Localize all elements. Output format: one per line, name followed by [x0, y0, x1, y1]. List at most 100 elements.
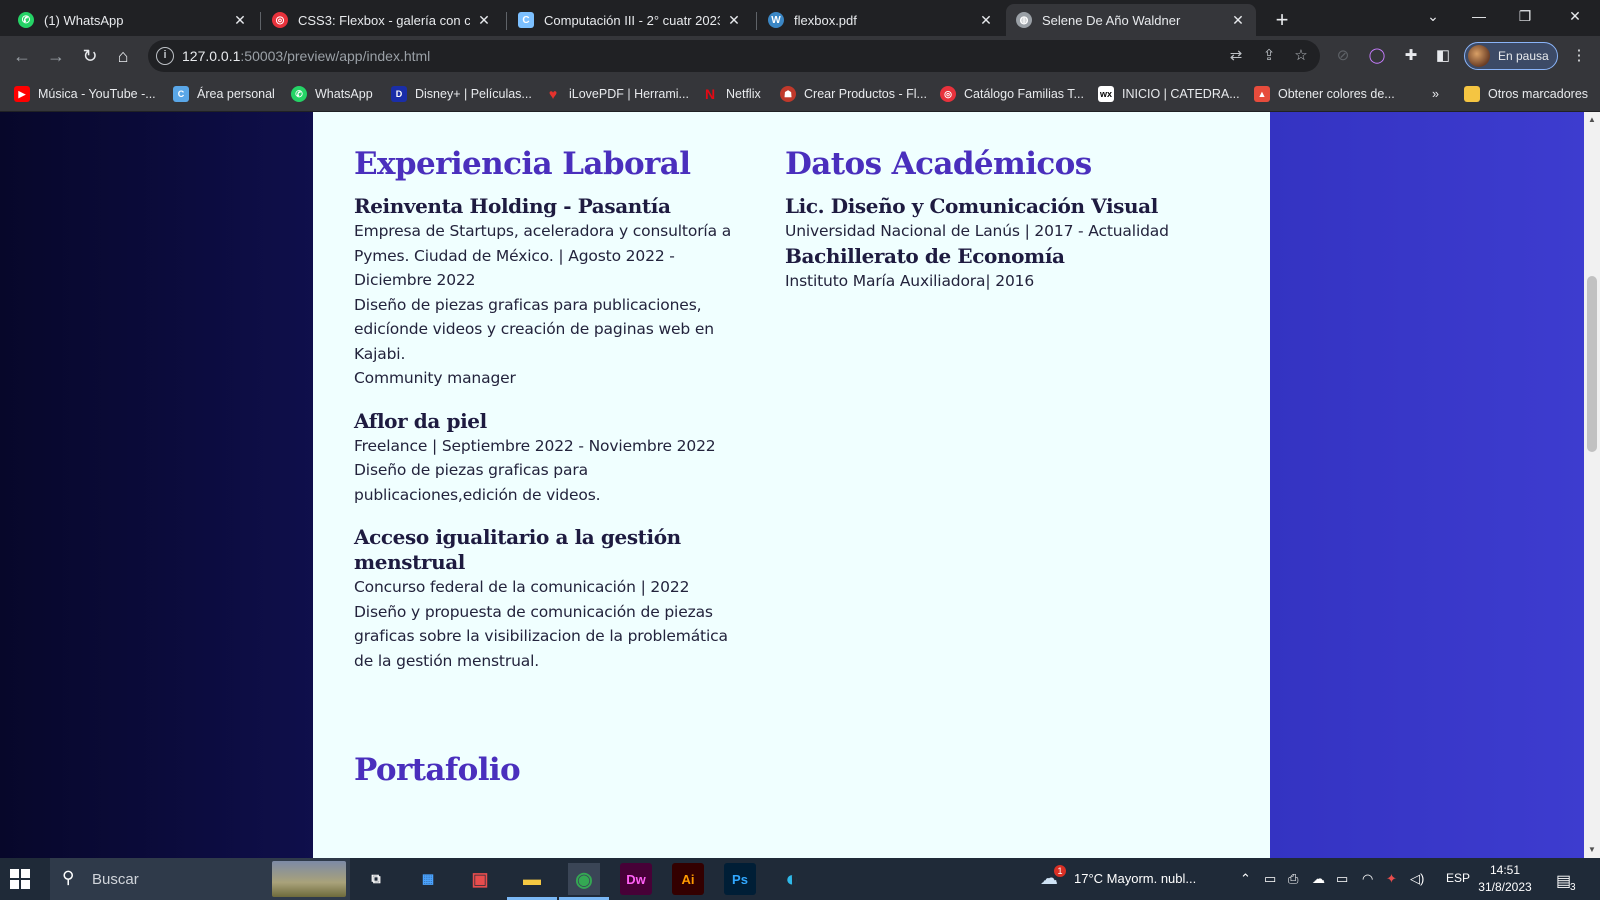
- entry-text: Community manager: [354, 369, 516, 387]
- more-bookmarks-button[interactable]: »: [1432, 85, 1439, 103]
- share-icon[interactable]: ⇪: [1259, 46, 1279, 66]
- tab-title: flexbox.pdf: [794, 12, 857, 28]
- heart-icon: ♥: [548, 86, 558, 102]
- browser-toolbar: ← → ↻ ⌂ i 127.0.0.1:50003/preview/app/in…: [0, 36, 1600, 76]
- entry-title: Bachillerato de Economía: [785, 243, 1065, 268]
- academic-entry: Lic. Diseño y Comunicación Visual Univer…: [785, 194, 1205, 244]
- search-icon: ⚲: [62, 868, 75, 887]
- file-explorer-icon[interactable]: ▬: [507, 863, 557, 900]
- restore-button[interactable]: ❐: [1502, 0, 1548, 32]
- start-button[interactable]: [10, 869, 30, 889]
- battery-icon[interactable]: ▭: [1336, 871, 1348, 887]
- entry-text: Empresa de Startups, aceleradora y consu…: [354, 222, 732, 289]
- notifications-icon[interactable]: ▤: [1556, 871, 1571, 891]
- entry-text: Concurso federal de la comunicación | 20…: [354, 578, 690, 596]
- tab-whatsapp[interactable]: ✆ (1) WhatsApp ✕: [8, 4, 258, 36]
- volume-icon[interactable]: ◁): [1410, 871, 1424, 887]
- chrome-icon[interactable]: ◉: [559, 863, 609, 900]
- entry-title: Aflor da piel: [354, 408, 487, 433]
- dreamweaver-icon[interactable]: Dw: [620, 863, 652, 895]
- url-text[interactable]: 127.0.0.1:50003/preview/app/index.html: [182, 48, 430, 64]
- close-icon[interactable]: ✕: [978, 12, 994, 29]
- entry-title: Reinventa Holding - Pasantía: [354, 194, 671, 218]
- extensions-puzzle-icon[interactable]: ✚: [1400, 46, 1422, 66]
- windows-taskbar: ⚲ Buscar ⧉ ▦ ▣ ▬ ◉ Dw Ai Ps ◐ ☁ 1 17°C M…: [0, 858, 1600, 900]
- tab-flexbox-gallery[interactable]: ◎ CSS3: Flexbox - galería con colum ✕: [262, 4, 502, 36]
- minimize-button[interactable]: —: [1456, 0, 1502, 32]
- edge-icon[interactable]: ◐: [776, 863, 808, 895]
- other-bookmarks-folder[interactable]: Otros marcadores: [1464, 85, 1588, 103]
- reload-icon[interactable]: ↻: [76, 42, 104, 70]
- close-window-button[interactable]: ✕: [1552, 0, 1598, 32]
- avatar: [1468, 45, 1490, 67]
- extension-disabled-icon[interactable]: ⊘: [1332, 46, 1354, 66]
- chevron-up-icon[interactable]: ⌃: [1240, 871, 1251, 887]
- palette-icon: ▲: [1254, 86, 1270, 102]
- bookmark-item[interactable]: C Área personal: [173, 85, 275, 103]
- close-icon[interactable]: ✕: [232, 12, 248, 29]
- new-tab-button[interactable]: +: [1268, 6, 1296, 34]
- meet-icon[interactable]: ▭: [1264, 871, 1276, 887]
- gift-app-icon[interactable]: ▣: [464, 863, 496, 895]
- illustrator-icon[interactable]: Ai: [672, 863, 704, 895]
- bookmark-item[interactable]: wx INICIO | CATEDRA...: [1098, 85, 1240, 103]
- taskbar-search[interactable]: ⚲ Buscar: [50, 858, 350, 900]
- language-indicator[interactable]: ESP: [1446, 871, 1470, 885]
- address-bar[interactable]: i 127.0.0.1:50003/preview/app/index.html…: [148, 40, 1320, 72]
- tab-selene[interactable]: ◍ Selene De Año Waldner ✕: [1006, 4, 1256, 36]
- menu-kebab-icon[interactable]: ⋮: [1568, 46, 1590, 66]
- entry-text: Instituto María Auxiliadora| 2016: [785, 271, 1035, 290]
- folder-icon: [1464, 86, 1480, 102]
- photoshop-icon[interactable]: Ps: [724, 863, 756, 895]
- bookmark-item[interactable]: ◎ Catálogo Familias T...: [940, 85, 1084, 103]
- onedrive-icon[interactable]: ☁: [1312, 871, 1325, 887]
- forward-icon[interactable]: →: [42, 42, 70, 70]
- close-icon[interactable]: ✕: [726, 12, 742, 29]
- portfolio-title: Portafolio: [354, 752, 521, 788]
- side-panel-icon[interactable]: ◧: [1432, 46, 1454, 66]
- tab-strip: ✆ (1) WhatsApp ✕ ◎ CSS3: Flexbox - galer…: [0, 0, 1600, 36]
- bookmark-star-icon[interactable]: ☆: [1291, 46, 1311, 66]
- bookmark-item[interactable]: ✆ WhatsApp: [291, 85, 373, 103]
- clock[interactable]: 14:51 31/8/2023: [1470, 862, 1540, 896]
- printer-icon[interactable]: ⎙: [1288, 871, 1298, 887]
- bookmark-item[interactable]: ☗ Crear Productos - Fl...: [780, 85, 927, 103]
- task-view-icon[interactable]: ⧉: [360, 863, 392, 895]
- bookmark-item[interactable]: ▲ Obtener colores de...: [1254, 85, 1395, 103]
- profile-button[interactable]: En pausa: [1464, 42, 1558, 70]
- netflix-icon: N: [704, 86, 716, 102]
- bookmark-item[interactable]: ▶ Música - YouTube -...: [14, 85, 156, 103]
- profile-status: En pausa: [1498, 49, 1549, 63]
- bookmark-item[interactable]: N Netflix: [702, 85, 761, 103]
- close-icon[interactable]: ✕: [1230, 12, 1246, 29]
- store-icon[interactable]: ▦: [412, 863, 444, 895]
- scroll-thumb[interactable]: [1587, 276, 1597, 452]
- weather-text[interactable]: 17°C Mayorm. nubl...: [1074, 871, 1196, 886]
- extension-ring-icon[interactable]: ◯: [1366, 46, 1388, 66]
- page-scrollbar[interactable]: ▲ ▼: [1584, 112, 1600, 858]
- experience-entry: Reinventa Holding - Pasantía Empresa de …: [354, 194, 744, 391]
- bookmarks-bar: ▶ Música - YouTube -... C Área personal ✆ W…: [0, 76, 1600, 112]
- home-icon[interactable]: ⌂: [109, 42, 137, 70]
- entry-text: Freelance | Septiembre 2022 - Noviembre …: [354, 436, 716, 455]
- wix-icon: wx: [1098, 86, 1114, 102]
- close-icon[interactable]: ✕: [476, 12, 492, 29]
- scroll-up-arrow-icon[interactable]: ▲: [1584, 112, 1600, 128]
- disney-icon: D: [391, 86, 407, 102]
- site-info-icon[interactable]: i: [156, 47, 174, 65]
- tab-title: Computación III - 2° cuatr 2023: I: [544, 12, 720, 28]
- scroll-down-arrow-icon[interactable]: ▼: [1584, 842, 1600, 858]
- tab-computacion[interactable]: C Computación III - 2° cuatr 2023: I ✕: [508, 4, 752, 36]
- bookmark-item[interactable]: ♥ iLovePDF | Herrami...: [545, 85, 689, 103]
- entry-title: Lic. Diseño y Comunicación Visual: [785, 194, 1158, 218]
- clock-time: 14:51: [1489, 863, 1521, 877]
- tab-search-icon[interactable]: ⌄: [1410, 0, 1456, 32]
- tab-flexbox-pdf[interactable]: W flexbox.pdf ✕: [758, 4, 1004, 36]
- shop-icon: ☗: [780, 86, 796, 102]
- app-tray-icon[interactable]: ✦: [1386, 871, 1397, 887]
- back-icon[interactable]: ←: [8, 42, 36, 70]
- translate-icon[interactable]: ⇄: [1226, 46, 1246, 66]
- wifi-icon[interactable]: ◠: [1362, 871, 1373, 887]
- bookmark-item[interactable]: D Disney+ | Películas...: [391, 85, 532, 103]
- cv-content-panel: Experiencia Laboral Reinventa Holding - …: [313, 112, 1270, 858]
